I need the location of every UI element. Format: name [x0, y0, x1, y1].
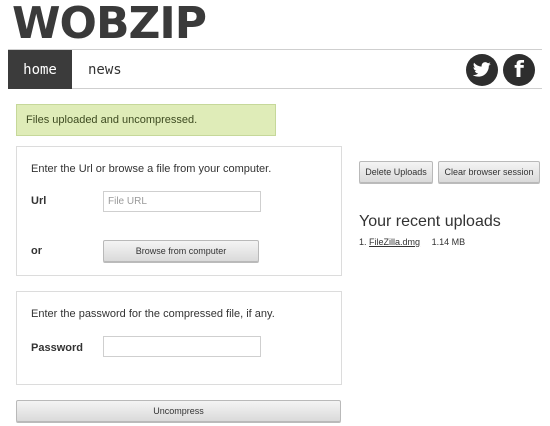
nav-item-news[interactable]: news — [88, 50, 122, 89]
recent-uploads-list: 1. FileZilla.dmg 1.14 MB — [359, 237, 465, 247]
upload-file-size: 1.14 MB — [431, 237, 466, 247]
uncompress-button[interactable]: Uncompress — [16, 400, 341, 422]
browse-button[interactable]: Browse from computer — [103, 240, 259, 262]
password-panel: Enter the password for the compressed fi… — [16, 291, 342, 385]
facebook-icon: f — [514, 57, 524, 83]
list-item: 1. FileZilla.dmg 1.14 MB — [359, 237, 465, 247]
url-label: Url — [31, 195, 47, 207]
password-input[interactable] — [103, 336, 261, 357]
password-instruction: Enter the password for the compressed fi… — [31, 308, 275, 320]
url-instruction: Enter the Url or browse a file from your… — [31, 163, 272, 175]
twitter-button[interactable] — [466, 54, 498, 86]
url-input[interactable] — [103, 191, 261, 212]
facebook-button[interactable]: f — [503, 54, 535, 86]
success-alert: Files uploaded and uncompressed. — [16, 104, 276, 136]
upload-file-link[interactable]: FileZilla.dmg — [369, 237, 420, 247]
url-panel: Enter the Url or browse a file from your… — [16, 146, 342, 276]
twitter-icon — [472, 62, 491, 77]
upload-index: 1. — [359, 237, 367, 247]
main-nav: home news f — [8, 49, 542, 89]
wobzip-logo: WOBZIP — [12, 0, 207, 49]
password-label: Password — [31, 342, 83, 354]
nav-item-home[interactable]: home — [8, 50, 72, 89]
or-label: or — [31, 245, 42, 257]
recent-uploads-title: Your recent uploads — [359, 213, 501, 230]
clear-session-button[interactable]: Clear browser session — [438, 161, 540, 183]
delete-uploads-button[interactable]: Delete Uploads — [359, 161, 433, 183]
